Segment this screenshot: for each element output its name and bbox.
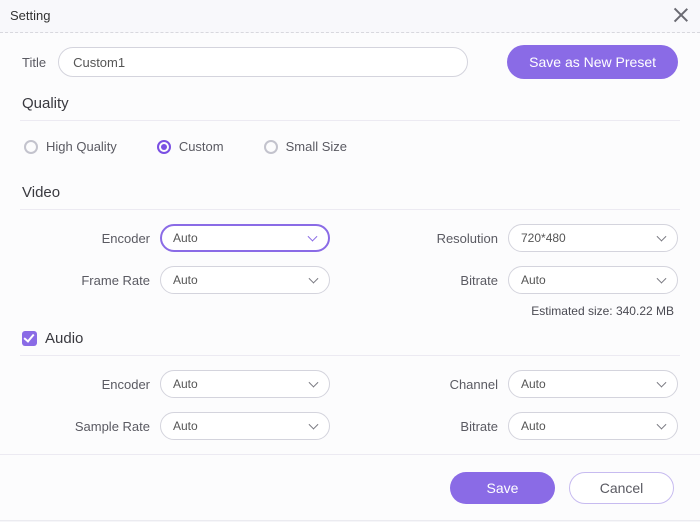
video-frame-rate-select[interactable]: Auto xyxy=(160,266,330,294)
quality-section: Quality High Quality Custom Small Size xyxy=(22,95,678,178)
audio-channel-select[interactable]: Auto xyxy=(508,370,678,398)
select-value: Auto xyxy=(521,377,546,391)
select-value: 720*480 xyxy=(521,231,566,245)
radio-label: High Quality xyxy=(46,139,117,154)
radio-label: Custom xyxy=(179,139,224,154)
dialog-content: Title Save as New Preset Quality High Qu… xyxy=(0,33,700,454)
select-value: Auto xyxy=(173,419,198,433)
audio-bitrate-select[interactable]: Auto xyxy=(508,412,678,440)
save-as-preset-button[interactable]: Save as New Preset xyxy=(507,45,678,79)
select-value: Auto xyxy=(521,419,546,433)
titlebar: Setting xyxy=(0,0,700,33)
quality-heading: Quality xyxy=(22,95,69,112)
video-bitrate-select[interactable]: Auto xyxy=(508,266,678,294)
field-label: Frame Rate xyxy=(81,273,150,288)
radio-icon xyxy=(24,140,38,154)
audio-encoder-select[interactable]: Auto xyxy=(160,370,330,398)
cancel-button[interactable]: Cancel xyxy=(569,472,674,504)
select-value: Auto xyxy=(173,273,198,287)
field-label: Channel xyxy=(450,377,498,392)
title-input[interactable] xyxy=(58,47,468,77)
video-frame-rate-field: Frame Rate Auto xyxy=(22,266,330,294)
video-encoder-field: Encoder Auto xyxy=(22,224,330,252)
audio-channel-field: Channel Auto xyxy=(370,370,678,398)
video-resolution-field: Resolution 720*480 xyxy=(370,224,678,252)
video-bitrate-field: Bitrate Auto xyxy=(370,266,678,294)
dialog-footer: Save Cancel xyxy=(0,454,700,520)
field-label: Encoder xyxy=(102,377,150,392)
radio-icon xyxy=(157,140,171,154)
video-resolution-select[interactable]: 720*480 xyxy=(508,224,678,252)
field-label: Sample Rate xyxy=(75,419,150,434)
audio-bitrate-field: Bitrate Auto xyxy=(370,412,678,440)
audio-sample-rate-select[interactable]: Auto xyxy=(160,412,330,440)
select-value: Auto xyxy=(173,377,198,391)
audio-sample-rate-field: Sample Rate Auto xyxy=(22,412,330,440)
audio-encoder-field: Encoder Auto xyxy=(22,370,330,398)
select-value: Auto xyxy=(521,273,546,287)
field-label: Encoder xyxy=(102,231,150,246)
field-label: Bitrate xyxy=(460,273,498,288)
radio-icon xyxy=(264,140,278,154)
settings-dialog: Setting Title Save as New Preset Quality… xyxy=(0,0,700,522)
quality-option-small[interactable]: Small Size xyxy=(264,139,347,154)
audio-checkbox[interactable] xyxy=(22,331,37,346)
video-section: Video Encoder Auto Resolution 720*480 xyxy=(22,184,678,328)
dialog-title: Setting xyxy=(10,8,50,23)
title-label: Title xyxy=(22,55,46,70)
quality-option-custom[interactable]: Custom xyxy=(157,139,224,154)
audio-section: Audio Encoder Auto Channel Auto Samp xyxy=(22,330,678,450)
save-button[interactable]: Save xyxy=(450,472,555,504)
radio-label: Small Size xyxy=(286,139,347,154)
estimated-size: Estimated size: 340.22 MB xyxy=(370,304,678,318)
field-label: Resolution xyxy=(437,231,498,246)
video-heading: Video xyxy=(22,184,60,201)
quality-radio-group: High Quality Custom Small Size xyxy=(22,121,678,178)
quality-option-high[interactable]: High Quality xyxy=(24,139,117,154)
audio-heading: Audio xyxy=(45,330,83,347)
title-row: Title Save as New Preset xyxy=(22,45,678,79)
close-icon[interactable] xyxy=(672,6,690,24)
field-label: Bitrate xyxy=(460,419,498,434)
video-encoder-select[interactable]: Auto xyxy=(160,224,330,252)
select-value: Auto xyxy=(173,231,198,245)
